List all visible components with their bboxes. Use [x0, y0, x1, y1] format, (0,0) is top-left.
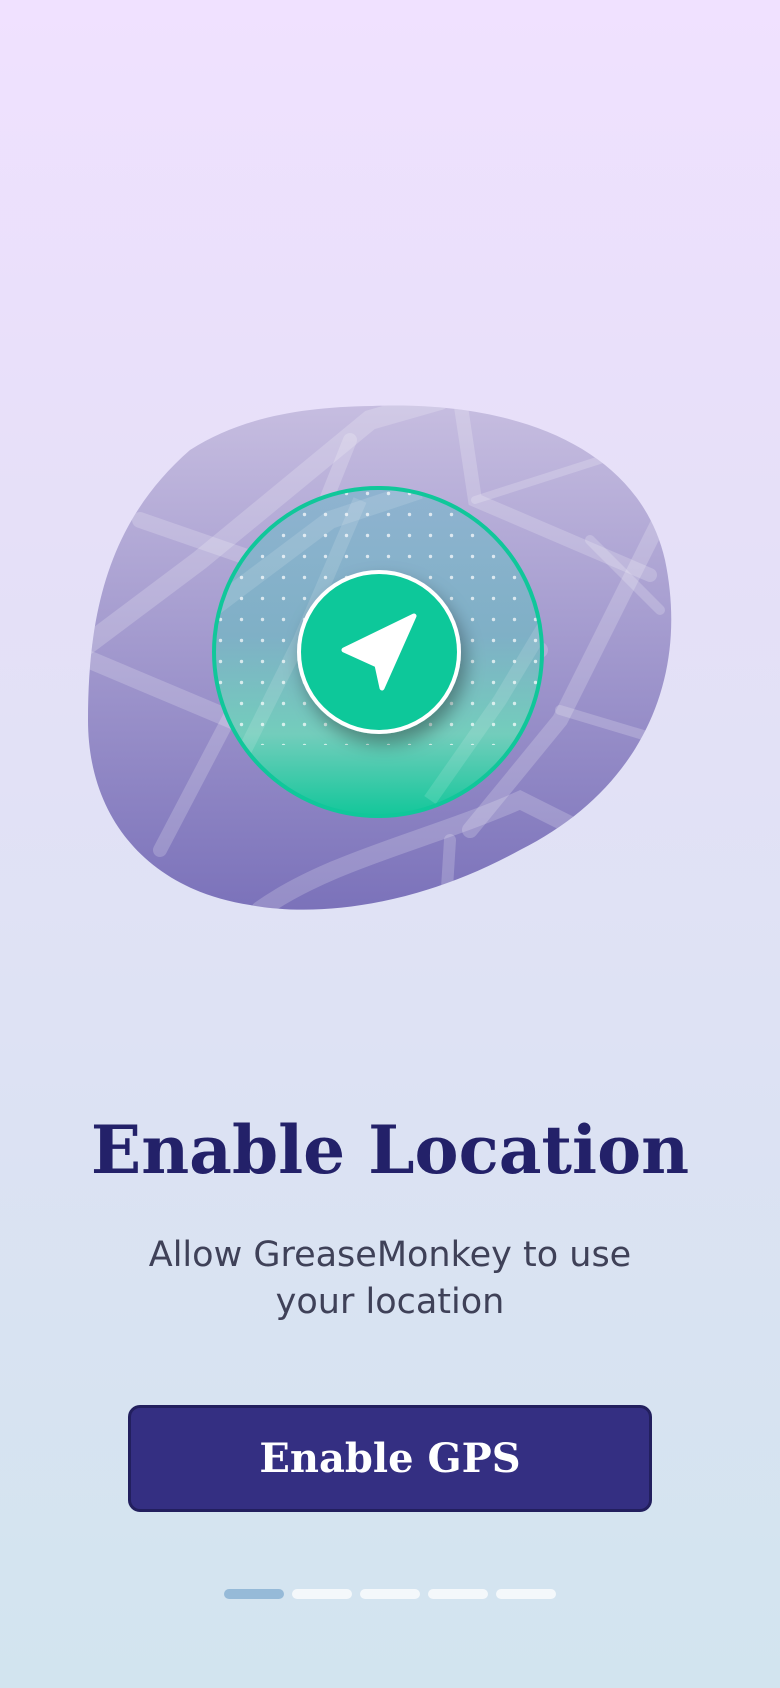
location-illustration [88, 405, 672, 910]
enable-gps-button[interactable]: Enable GPS [128, 1405, 652, 1512]
navigation-arrow-icon [297, 570, 461, 734]
page-indicator [224, 1589, 556, 1599]
page-indicator-dot-3 [360, 1589, 420, 1599]
page-indicator-dot-4 [428, 1589, 488, 1599]
page-indicator-dot-5 [496, 1589, 556, 1599]
page-indicator-dot-1 [224, 1589, 284, 1599]
page-indicator-dot-2 [292, 1589, 352, 1599]
page-title: Enable Location [90, 1111, 690, 1189]
page-subtitle: Allow GreaseMonkey to use your location [148, 1235, 632, 1322]
